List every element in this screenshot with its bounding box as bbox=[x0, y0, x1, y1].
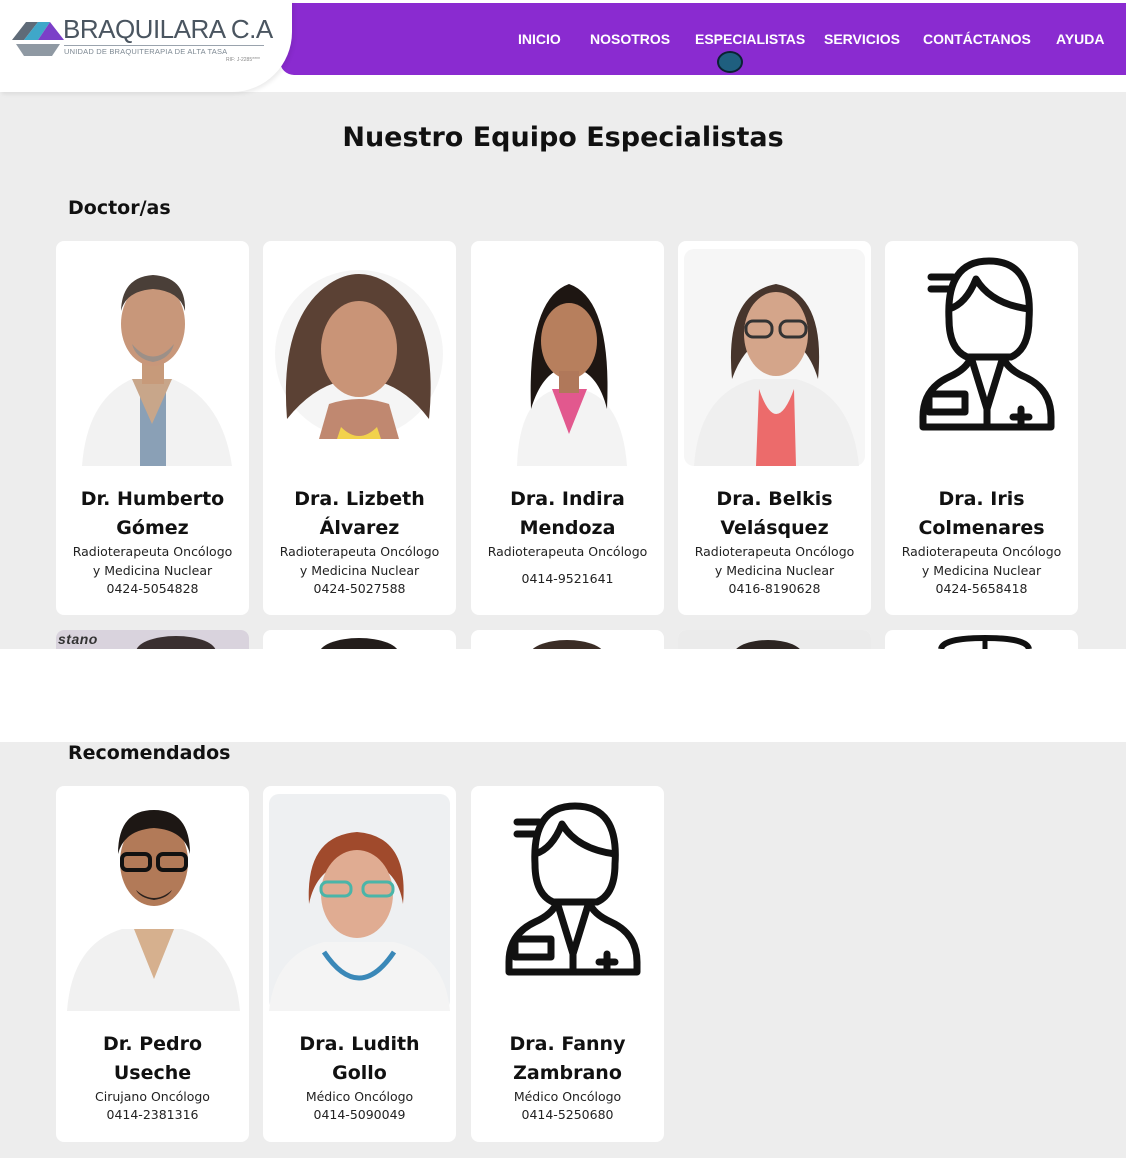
nav-contactanos[interactable]: CONTÁCTANOS bbox=[923, 31, 1031, 47]
recommended-card[interactable]: Dra. Ludith Gollo Médico Oncólogo 0414-5… bbox=[263, 786, 456, 1142]
doctor-name: Dra. Indira bbox=[510, 488, 625, 510]
doctor-phone[interactable]: 0424-5027588 bbox=[263, 581, 456, 596]
doctor-name: Dra. Lizbeth bbox=[294, 488, 425, 510]
doctor-card[interactable]: Dr. Humberto Gómez Radioterapeuta Oncólo… bbox=[56, 241, 249, 615]
doctor-card[interactable]: Dra. Indira Mendoza Radioterapeuta Oncól… bbox=[471, 241, 664, 615]
doctor-specialty: y Medicina Nuclear bbox=[921, 563, 1042, 578]
doctor-specialty: Médico Oncólogo bbox=[305, 1089, 414, 1104]
doctor-specialty: y Medicina Nuclear bbox=[92, 563, 213, 578]
doctor-specialty: y Medicina Nuclear bbox=[299, 563, 420, 578]
recommended-card[interactable]: Dra. Fanny Zambrano Médico Oncólogo 0414… bbox=[471, 786, 664, 1142]
doctor-card[interactable]: Dra. Lizbeth Álvarez Radioterapeuta Oncó… bbox=[263, 241, 456, 615]
doctor-photo bbox=[62, 249, 243, 466]
doctor-name: Dra. Iris bbox=[938, 488, 1025, 510]
doctor-phone[interactable]: 0414-2381316 bbox=[56, 1107, 249, 1122]
doctor-specialty: Cirujano Oncólogo bbox=[95, 1089, 210, 1104]
doctor-card-peek[interactable] bbox=[471, 630, 664, 649]
nav-ayuda[interactable]: AYUDA bbox=[1056, 31, 1105, 47]
doctor-phone[interactable]: 0414-5250680 bbox=[471, 1107, 664, 1122]
doctor-name: Álvarez bbox=[319, 517, 400, 539]
doctor-card-peek[interactable] bbox=[263, 630, 456, 649]
photo-caption: stano bbox=[58, 631, 98, 647]
doctor-name: Zambrano bbox=[513, 1062, 622, 1084]
doctor-name: Dr. Humberto bbox=[80, 488, 225, 510]
nav-especialistas[interactable]: ESPECIALISTAS bbox=[695, 31, 805, 47]
doctor-phone[interactable]: 0424-5658418 bbox=[885, 581, 1078, 596]
doctor-photo bbox=[684, 249, 865, 466]
doctor-photo bbox=[62, 794, 243, 1011]
doctor-name: Dr. Pedro bbox=[102, 1033, 203, 1055]
doctor-placeholder-icon bbox=[919, 257, 1055, 431]
page-title: Nuestro Equipo Especialistas bbox=[342, 122, 784, 153]
doctor-card-peek[interactable] bbox=[678, 630, 871, 649]
nav-nosotros[interactable]: NOSOTROS bbox=[590, 31, 670, 47]
doctor-name: Dra. Fanny bbox=[509, 1033, 626, 1055]
doctor-name: Gómez bbox=[116, 517, 189, 539]
doctor-photo bbox=[678, 630, 871, 649]
doctor-specialty: Médico Oncólogo bbox=[513, 1089, 622, 1104]
section-title-recommended: Recomendados bbox=[68, 742, 231, 764]
doctor-card[interactable]: Dra. Belkis Velásquez Radioterapeuta Onc… bbox=[678, 241, 871, 615]
doctor-name: Dra. Belkis bbox=[716, 488, 833, 510]
nav-inicio[interactable]: INICIO bbox=[518, 31, 561, 47]
doctor-card[interactable]: Dra. Iris Colmenares Radioterapeuta Oncó… bbox=[885, 241, 1078, 615]
doctor-name: Colmenares bbox=[918, 517, 1045, 539]
doctor-specialty: y Medicina Nuclear bbox=[714, 563, 835, 578]
doctor-name: Velásquez bbox=[720, 517, 829, 539]
doctor-name: Mendoza bbox=[519, 517, 616, 539]
doctor-name: Dra. Ludith bbox=[299, 1033, 420, 1055]
doctor-placeholder-icon bbox=[938, 634, 1032, 649]
cursor-marker bbox=[717, 51, 743, 73]
doctor-phone[interactable]: 0424-5054828 bbox=[56, 581, 249, 596]
doctor-name: Gollo bbox=[332, 1062, 387, 1084]
doctor-specialty: Radioterapeuta Oncólogo bbox=[279, 544, 440, 559]
doctor-phone[interactable]: 0416-8190628 bbox=[678, 581, 871, 596]
recommended-card[interactable]: Dr. Pedro Useche Cirujano Oncólogo 0414-… bbox=[56, 786, 249, 1142]
doctor-placeholder-icon bbox=[505, 802, 641, 976]
doctor-specialty: Radioterapeuta Oncólogo bbox=[901, 544, 1062, 559]
doctor-photo bbox=[269, 794, 450, 1011]
nav-menu: INICIO NOSOTROS ESPECIALISTAS SERVICIOS … bbox=[0, 31, 1126, 51]
brand-rif: RIF: J-2285**** bbox=[226, 57, 260, 63]
doctor-specialty: Radioterapeuta Oncólogo bbox=[694, 544, 855, 559]
doctor-photo bbox=[321, 638, 397, 649]
doctor-card-peek[interactable]: stano bbox=[56, 630, 249, 649]
section-title-doctors: Doctor/as bbox=[68, 197, 171, 219]
doctor-name: Useche bbox=[113, 1062, 192, 1084]
nav-servicios[interactable]: SERVICIOS bbox=[824, 31, 900, 47]
doctor-phone[interactable]: 0414-5090049 bbox=[263, 1107, 456, 1122]
doctor-photo bbox=[477, 249, 658, 466]
doctor-card-peek[interactable] bbox=[885, 630, 1078, 649]
doctor-photo bbox=[532, 640, 602, 649]
doctor-phone[interactable]: 0414-9521641 bbox=[471, 571, 664, 586]
doctor-specialty: Radioterapeuta Oncólogo bbox=[487, 544, 648, 559]
doctor-photo bbox=[269, 249, 450, 466]
site-header: BRAQUILARA C.A UNIDAD DE BRAQUITERAPIA D… bbox=[0, 0, 1126, 92]
doctor-specialty: Radioterapeuta Oncólogo bbox=[72, 544, 233, 559]
section-gap bbox=[0, 649, 1126, 742]
